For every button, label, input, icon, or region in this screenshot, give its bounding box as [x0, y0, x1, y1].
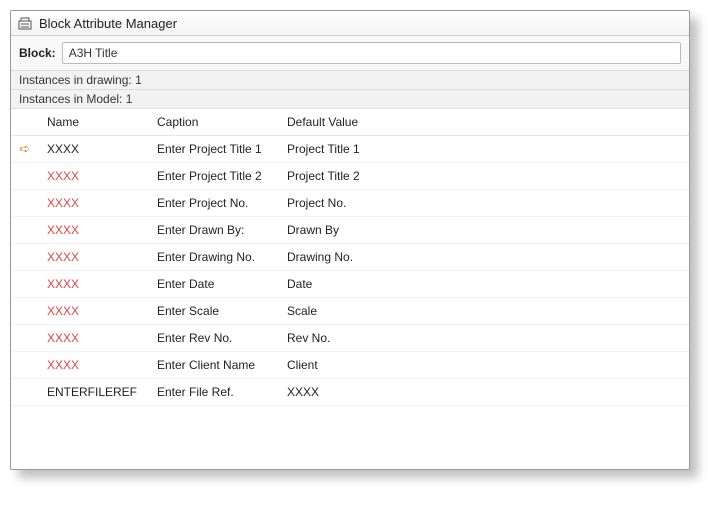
cell-default: Project Title 1: [279, 136, 689, 163]
row-indicator: [11, 379, 39, 406]
instances-in-drawing: Instances in drawing: 1: [11, 71, 689, 90]
cell-caption: Enter Rev No.: [149, 325, 279, 352]
cell-caption: Enter Drawn By:: [149, 217, 279, 244]
app-icon: [17, 15, 33, 31]
col-caption[interactable]: Caption: [149, 109, 279, 136]
instances-in-model: Instances in Model: 1: [11, 90, 689, 109]
cell-default: Drawn By: [279, 217, 689, 244]
cell-name: XXXX: [39, 244, 149, 271]
row-indicator: [11, 298, 39, 325]
cell-default: Client: [279, 352, 689, 379]
cell-name: XXXX: [39, 136, 149, 163]
cell-caption: Enter Project Title 2: [149, 163, 279, 190]
table-row[interactable]: XXXXEnter Project Title 2Project Title 2: [11, 163, 689, 190]
cell-caption: Enter File Ref.: [149, 379, 279, 406]
table-row[interactable]: XXXXEnter Drawn By:Drawn By: [11, 217, 689, 244]
col-name[interactable]: Name: [39, 109, 149, 136]
cell-caption: Enter Drawing No.: [149, 244, 279, 271]
cell-default: Project No.: [279, 190, 689, 217]
row-indicator: [11, 190, 39, 217]
cell-default: Rev No.: [279, 325, 689, 352]
cell-name: XXXX: [39, 271, 149, 298]
cell-caption: Enter Client Name: [149, 352, 279, 379]
table-row[interactable]: XXXXEnter Client NameClient: [11, 352, 689, 379]
cell-default: Scale: [279, 298, 689, 325]
attribute-table-area: Name Caption Default Value ➪XXXXEnter Pr…: [11, 109, 689, 469]
cell-caption: Enter Date: [149, 271, 279, 298]
cell-name: XXXX: [39, 217, 149, 244]
cell-caption: Enter Scale: [149, 298, 279, 325]
row-indicator: [11, 217, 39, 244]
block-attribute-manager-window: Block Attribute Manager Block: Instances…: [10, 10, 690, 470]
block-input[interactable]: [62, 42, 681, 64]
table-row[interactable]: XXXXEnter Project No.Project No.: [11, 190, 689, 217]
table-row[interactable]: XXXXEnter ScaleScale: [11, 298, 689, 325]
attribute-table: Name Caption Default Value ➪XXXXEnter Pr…: [11, 109, 689, 406]
window-title: Block Attribute Manager: [39, 16, 177, 31]
table-row[interactable]: ENTERFILEREFEnter File Ref.XXXX: [11, 379, 689, 406]
block-label: Block:: [19, 46, 56, 60]
cell-name: XXXX: [39, 190, 149, 217]
row-indicator: [11, 352, 39, 379]
block-row: Block:: [11, 36, 689, 71]
cell-name: XXXX: [39, 298, 149, 325]
table-row[interactable]: XXXXEnter Rev No.Rev No.: [11, 325, 689, 352]
row-indicator: [11, 325, 39, 352]
cell-name: XXXX: [39, 325, 149, 352]
row-indicator: [11, 244, 39, 271]
cell-name: ENTERFILEREF: [39, 379, 149, 406]
cell-caption: Enter Project Title 1: [149, 136, 279, 163]
row-indicator: ➪: [11, 136, 39, 163]
cell-default: Drawing No.: [279, 244, 689, 271]
cell-caption: Enter Project No.: [149, 190, 279, 217]
cell-default: Date: [279, 271, 689, 298]
cell-default: Project Title 2: [279, 163, 689, 190]
table-row[interactable]: XXXXEnter DateDate: [11, 271, 689, 298]
col-default[interactable]: Default Value: [279, 109, 689, 136]
col-indicator[interactable]: [11, 109, 39, 136]
row-indicator: [11, 163, 39, 190]
current-row-arrow-icon: ➪: [20, 141, 31, 156]
table-row[interactable]: XXXXEnter Drawing No.Drawing No.: [11, 244, 689, 271]
row-indicator: [11, 271, 39, 298]
cell-name: XXXX: [39, 352, 149, 379]
cell-default: XXXX: [279, 379, 689, 406]
table-row[interactable]: ➪ XXXXEnter Project Title 1Project Title …: [11, 136, 689, 163]
titlebar: Block Attribute Manager: [11, 11, 689, 36]
cell-name: XXXX: [39, 163, 149, 190]
